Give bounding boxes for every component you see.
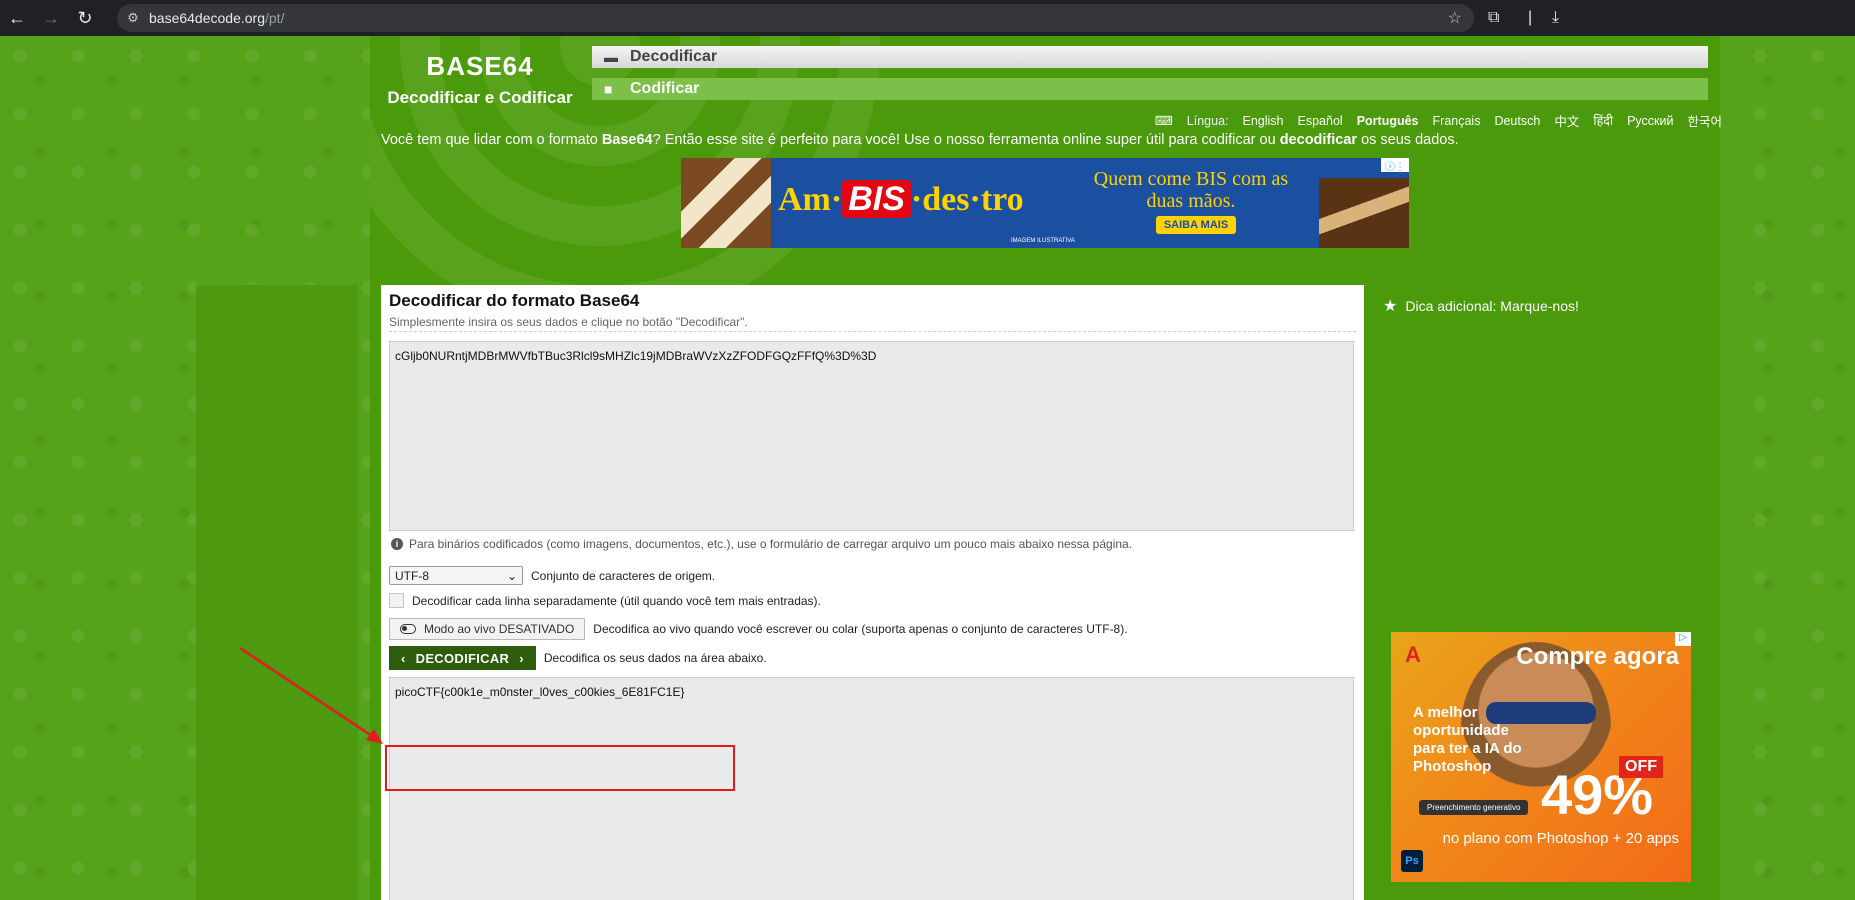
- chocolate-image: [1319, 178, 1409, 248]
- left-ad-placeholder: [196, 285, 358, 900]
- lang-chinese[interactable]: 中文: [1554, 111, 1579, 130]
- chevron-down-icon: ⌄: [506, 568, 517, 583]
- ad-off-badge: OFF: [1619, 756, 1663, 778]
- lang-hindi[interactable]: हिंदी: [1593, 112, 1613, 129]
- lang-portugues[interactable]: Português: [1357, 114, 1419, 128]
- tip-text: Dica adicional: Marque-nos!: [1405, 298, 1579, 314]
- menu-decode-label: Decodificar: [630, 48, 718, 65]
- intro-text: Você tem que lidar com o formato Base64?…: [381, 132, 1459, 148]
- live-mode-label: Decodifica ao vivo quando você escrever …: [593, 622, 1128, 636]
- folder-open-icon: ▬: [604, 49, 618, 65]
- top-banner-ad[interactable]: Am· BIS ·des·tro Quem come BIS com as duas…: [681, 158, 1409, 248]
- address-bar[interactable]: ⚙ base64decode.org/pt/ ☆: [117, 4, 1474, 32]
- toggle-icon: [400, 624, 416, 634]
- reload-icon: ↻: [77, 7, 93, 28]
- language-selector: ⌨ Língua: English Español Português Fran…: [1155, 111, 1722, 130]
- divider: |: [1528, 9, 1533, 26]
- charset-select[interactable]: UTF-8 ⌄: [389, 566, 523, 585]
- charset-row: UTF-8 ⌄ Conjunto de caracteres de origem.: [389, 566, 715, 585]
- decode-panel: Decodificar do formato Base64 Simplesmen…: [381, 285, 1364, 900]
- folder-icon: ■: [604, 81, 613, 97]
- decode-label: Decodifica os seus dados na área abaixo.: [543, 651, 767, 665]
- live-mode-button[interactable]: Modo ao vivo DESATIVADO: [389, 618, 586, 640]
- panel-title: Decodificar do formato Base64: [389, 291, 640, 310]
- ad-slogan: Quem come BIS com as duas mãos.: [1093, 168, 1289, 212]
- language-icon: ⌨: [1154, 114, 1173, 128]
- lang-korean[interactable]: 한국어: [1687, 111, 1722, 130]
- back-button[interactable]: ←: [0, 0, 34, 36]
- reload-button[interactable]: ↻: [68, 0, 102, 36]
- bookmark-star-icon[interactable]: ☆: [1448, 8, 1462, 28]
- extensions-icon[interactable]: ⧉: [1488, 0, 1499, 36]
- logo-title: BASE64: [426, 51, 534, 81]
- each-line-row: Decodificar cada linha separadamente (út…: [389, 593, 821, 608]
- ad-note: IMAGEM ILUSTRATIVA: [1011, 238, 1075, 244]
- adobe-logo-icon: A: [1405, 642, 1421, 667]
- each-line-label: Decodificar cada linha separadamente (út…: [412, 593, 821, 608]
- forward-button[interactable]: →: [34, 0, 68, 36]
- info-icon: i: [391, 538, 403, 550]
- ad-brand: Am· BIS ·des·tro: [778, 180, 1024, 218]
- ad-footer: no plano com Photoshop + 20 apps: [1442, 830, 1679, 847]
- side-ad[interactable]: A Compre agora A melhor oportunidade par…: [1391, 632, 1691, 882]
- menu-encode[interactable]: ■ Codificar: [592, 78, 1708, 100]
- wafer-image: [681, 158, 771, 248]
- logo-subtitle: Decodificar e Codificar: [387, 88, 573, 107]
- highlight-box: [385, 745, 735, 791]
- photoshop-icon: Ps: [1401, 850, 1423, 872]
- ad-cta-button[interactable]: SAIBA MAIS: [1156, 216, 1236, 234]
- lang-english[interactable]: English: [1243, 114, 1284, 128]
- divider: [389, 331, 1356, 332]
- browser-toolbar: ← → ↻ ⚙ base64decode.org/pt/ ☆ ⧉ | ⤓: [0, 0, 1855, 36]
- decode-button[interactable]: ‹ DECODIFICAR ›: [389, 646, 536, 670]
- star-icon: ★: [1383, 298, 1398, 315]
- download-icon[interactable]: ⤓: [1552, 0, 1559, 36]
- panel-subtitle: Simplesmente insira os seus dados e cliq…: [389, 315, 748, 329]
- url-text: base64decode.org/pt/: [149, 10, 285, 26]
- language-label: Língua:: [1186, 113, 1229, 128]
- lang-espanol[interactable]: Español: [1298, 114, 1343, 128]
- ad-text: A melhor oportunidade para ter a IA do P…: [1413, 704, 1522, 775]
- live-mode-row: Modo ao vivo DESATIVADO Decodifica ao vi…: [389, 618, 1128, 640]
- site-settings-icon[interactable]: ⚙: [117, 10, 149, 26]
- binary-info: i Para binários codificados (como imagen…: [391, 537, 1132, 551]
- chevron-right-icon: ›: [519, 650, 524, 666]
- charset-label: Conjunto de caracteres de origem.: [531, 568, 716, 583]
- ad-choices-icon[interactable]: ⓘ⋮: [1381, 158, 1409, 173]
- input-textarea[interactable]: cGljb0NURntjMDBrMWVfbTBuc3Rlcl9sMHZlc19j…: [389, 341, 1354, 531]
- binary-info-text: Para binários codificados (como imagens,…: [409, 537, 1133, 551]
- chevron-left-icon: ‹: [401, 650, 406, 666]
- lang-russian[interactable]: Русский: [1627, 114, 1673, 128]
- lang-francais[interactable]: Français: [1433, 114, 1481, 128]
- site-logo[interactable]: BASE64 Decodificar e Codificar: [380, 51, 580, 108]
- each-line-checkbox[interactable]: [389, 593, 404, 608]
- web-page: BASE64 Decodificar e Codificar ▬ Decodif…: [0, 36, 1855, 900]
- menu-decode[interactable]: ▬ Decodificar: [592, 46, 1708, 68]
- lang-deutsch[interactable]: Deutsch: [1494, 114, 1540, 128]
- ad-headline: Compre agora: [1516, 643, 1679, 670]
- forward-arrow-icon: →: [42, 7, 60, 28]
- ad-chip: Preenchimento generativo: [1419, 800, 1529, 815]
- bookmark-tip[interactable]: ★ Dica adicional: Marque-nos!: [1383, 296, 1579, 316]
- menu-encode-label: Codificar: [630, 80, 700, 97]
- back-arrow-icon: ←: [8, 7, 26, 28]
- ad-choices-icon[interactable]: ▷: [1675, 632, 1691, 646]
- decode-row: ‹ DECODIFICAR › Decodifica os seus dados…: [389, 646, 767, 670]
